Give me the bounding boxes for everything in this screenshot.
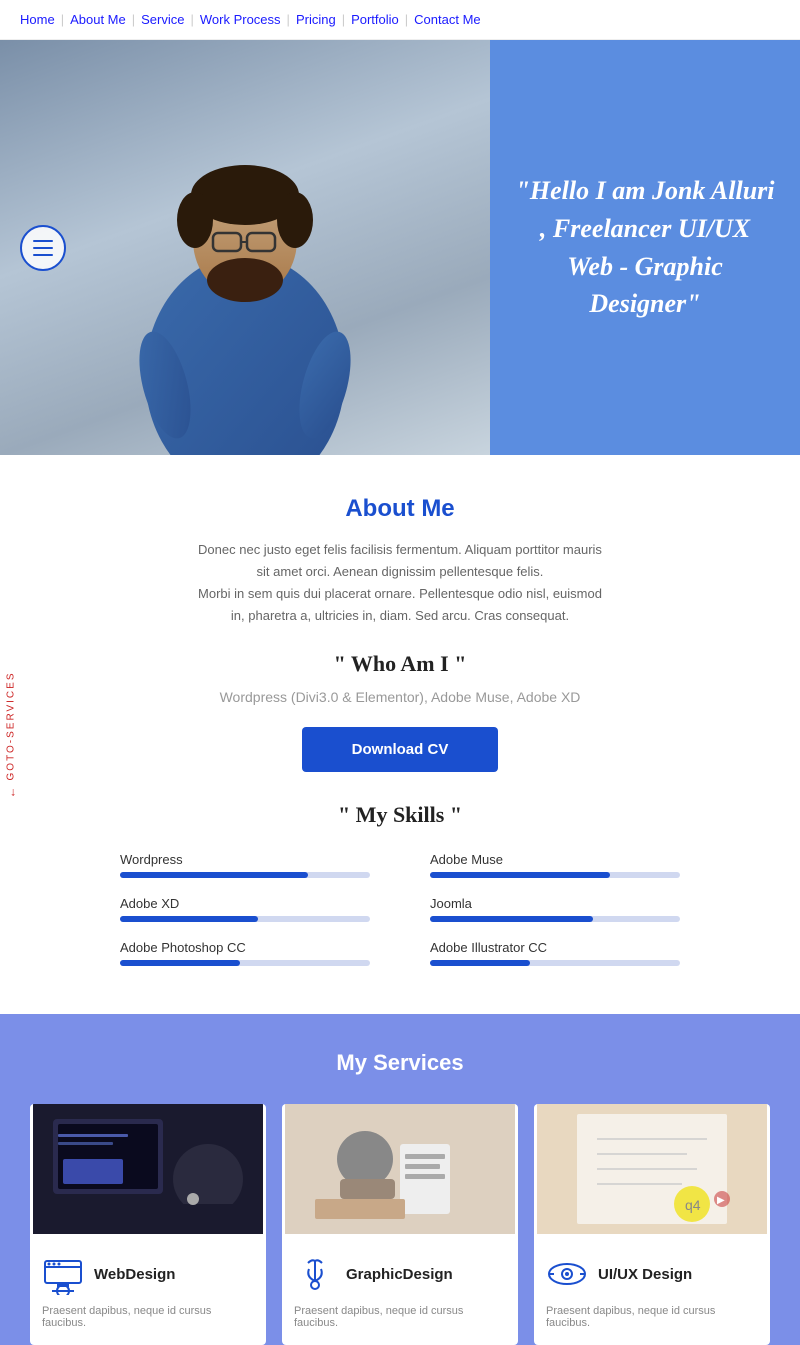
hamburger-line-2 <box>33 247 53 249</box>
service-card: WebDesign Praesent dapibus, neque id curs… <box>30 1104 266 1345</box>
service-card-name: UI/UX Design <box>598 1266 692 1283</box>
graphicdesign-icon <box>294 1253 336 1295</box>
skill-bar-background <box>120 916 370 922</box>
nav-separator: | <box>342 12 345 27</box>
skill-name: Adobe Photoshop CC <box>120 940 370 955</box>
nav-separator: | <box>190 12 193 27</box>
webdesign-icon <box>42 1253 84 1295</box>
service-card-image <box>30 1104 266 1239</box>
skill-name: Adobe XD <box>120 896 370 911</box>
skill-name: Wordpress <box>120 852 370 867</box>
download-cv-button[interactable]: Download CV <box>302 727 499 772</box>
hero-image-area <box>0 40 490 455</box>
skill-item: Wordpress <box>120 852 370 878</box>
nav-item-work-process[interactable]: Work Process <box>200 12 281 27</box>
skill-bar-background <box>430 872 680 878</box>
service-card: GraphicDesign Praesent dapibus, neque id … <box>282 1104 518 1345</box>
skill-bar-background <box>430 916 680 922</box>
services-title: My Services <box>30 1050 770 1076</box>
nav-item-about-me[interactable]: About Me <box>70 12 126 27</box>
service-card-name: WebDesign <box>94 1266 175 1283</box>
skill-bar-fill <box>120 960 240 966</box>
hamburger-line-1 <box>33 240 53 242</box>
skill-name: Adobe Illustrator CC <box>430 940 680 955</box>
service-card-body: WebDesign <box>30 1239 266 1299</box>
nav-item-contact-me[interactable]: Contact Me <box>414 12 480 27</box>
nav-item-service[interactable]: Service <box>141 12 184 27</box>
hero-text-area: "Hello I am Jonk Alluri , Freelancer UI/… <box>490 40 800 455</box>
nav-separator: | <box>61 12 64 27</box>
service-card-image: q4 ▶ <box>534 1104 770 1239</box>
skill-bar-fill <box>430 916 593 922</box>
nav-separator: | <box>405 12 408 27</box>
navigation: Home | About Me | Service | Work Process | Prici… <box>0 0 800 40</box>
nav-item-pricing[interactable]: Pricing <box>296 12 336 27</box>
nav-separator: | <box>132 12 135 27</box>
uiux-icon <box>546 1253 588 1295</box>
services-cards: WebDesign Praesent dapibus, neque id curs… <box>30 1104 770 1345</box>
hero-section: "Hello I am Jonk Alluri , Freelancer UI/… <box>0 40 800 455</box>
service-card-body: GraphicDesign <box>282 1239 518 1299</box>
skill-bar-background <box>120 872 370 878</box>
skill-bar-fill <box>120 916 258 922</box>
hero-quote: "Hello I am Jonk Alluri , Freelancer UI/… <box>515 172 775 323</box>
about-title: About Me <box>30 495 770 523</box>
about-wrapper: ← GOTO-SERVICES About Me Donec nec justo… <box>0 455 800 1014</box>
who-am-i-title: " Who Am I " <box>30 651 770 677</box>
about-description: Donec nec justo eget felis facilisis fer… <box>190 539 610 627</box>
menu-icon[interactable] <box>20 225 66 271</box>
skill-item: Adobe Illustrator CC <box>430 940 680 966</box>
skill-name: Joomla <box>430 896 680 911</box>
nav-separator: | <box>287 12 290 27</box>
nav-item-portfolio[interactable]: Portfolio <box>351 12 399 27</box>
skill-item: Joomla <box>430 896 680 922</box>
svg-text:▶: ▶ <box>717 1195 725 1206</box>
skill-bar-fill <box>120 872 308 878</box>
hamburger-line-3 <box>33 254 53 256</box>
skill-item: Adobe Photoshop CC <box>120 940 370 966</box>
service-card-image <box>282 1104 518 1239</box>
tools-list: Wordpress (Divi3.0 & Elementor), Adobe M… <box>30 689 770 705</box>
service-card-description: Praesent dapibus, neque id cursus faucib… <box>30 1299 266 1329</box>
hero-photo <box>0 40 490 455</box>
skills-grid: Wordpress Adobe Muse Adobe XD Joomla Adobe P… <box>120 852 680 984</box>
skill-item: Adobe XD <box>120 896 370 922</box>
about-section: About Me Donec nec justo eget felis faci… <box>0 455 800 1014</box>
my-skills-title: " My Skills " <box>30 802 770 828</box>
nav-item-home[interactable]: Home <box>20 12 55 27</box>
goto-services-label[interactable]: ← GOTO-SERVICES <box>4 671 18 798</box>
skill-bar-background <box>120 960 370 966</box>
services-section: My Services WebDesign Praesent dapibus, n… <box>0 1014 800 1345</box>
service-card-description: Praesent dapibus, neque id cursus faucib… <box>282 1299 518 1329</box>
person-silhouette <box>85 75 405 455</box>
service-card: q4 ▶ UI/UX Design Praesent dapibus, neque… <box>534 1104 770 1345</box>
skill-bar-background <box>430 960 680 966</box>
skill-bar-fill <box>430 872 610 878</box>
skill-name: Adobe Muse <box>430 852 680 867</box>
skill-item: Adobe Muse <box>430 852 680 878</box>
service-card-description: Praesent dapibus, neque id cursus faucib… <box>534 1299 770 1329</box>
service-card-body: UI/UX Design <box>534 1239 770 1299</box>
skill-bar-fill <box>430 960 530 966</box>
service-card-name: GraphicDesign <box>346 1266 453 1283</box>
